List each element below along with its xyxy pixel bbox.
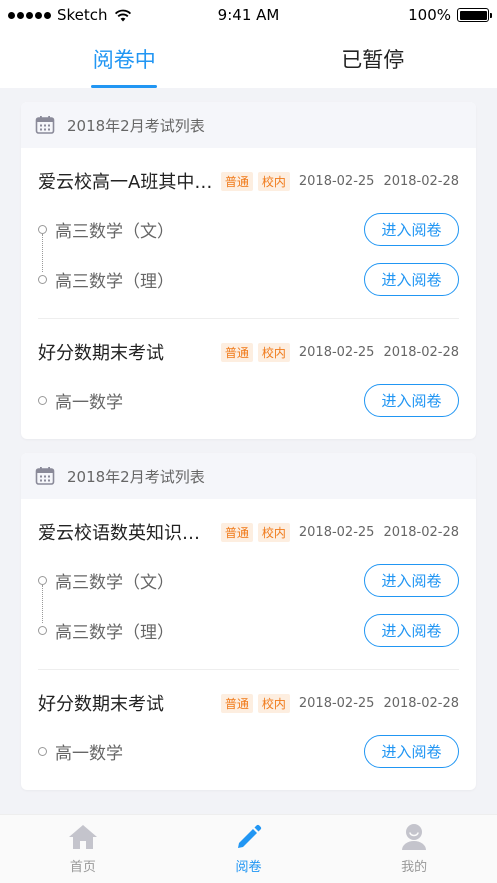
exam-item: 爱云校语数英知识竞赛 普通 校内 2018-02-25 2018-02-28 高… xyxy=(21,499,476,669)
start-date: 2018-02-25 xyxy=(298,173,375,189)
status-bar: Sketch 9:41 AM 100% xyxy=(0,0,497,30)
pencil-icon xyxy=(234,823,264,851)
tag-scope: 校内 xyxy=(257,522,290,542)
subject-row: 高三数学（理） 进入阅卷 xyxy=(38,254,459,304)
bullet-icon xyxy=(38,274,47,284)
subject-name: 高三数学（文） xyxy=(55,572,174,593)
tag-type: 普通 xyxy=(220,522,253,542)
subject-row: 高一数学 进入阅卷 xyxy=(38,375,459,425)
user-icon xyxy=(399,823,429,851)
tag-scope: 校内 xyxy=(257,342,290,362)
enter-grading-button[interactable]: 进入阅卷 xyxy=(364,383,459,417)
enter-grading-button[interactable]: 进入阅卷 xyxy=(364,262,459,296)
exam-group: 2018年2月考试列表 爱云校高一A班其中考试 普通 校内 2018-02-25… xyxy=(21,102,476,439)
tab-paused-label: 已暂停 xyxy=(341,48,405,72)
tag-scope: 校内 xyxy=(257,171,290,191)
tag-type: 普通 xyxy=(220,171,253,191)
calendar-icon xyxy=(35,466,55,486)
group-title: 2018年2月考试列表 xyxy=(67,467,205,486)
home-icon xyxy=(68,823,98,851)
tab-paused[interactable]: 已暂停 xyxy=(249,30,497,88)
bullet-icon xyxy=(38,575,47,585)
signal-icon xyxy=(8,11,51,19)
carrier-name: Sketch xyxy=(57,6,108,24)
exam-title: 好分数期末考试 xyxy=(38,694,164,715)
exam-title: 爱云校语数英知识竞赛 xyxy=(38,523,215,544)
subject-row: 高一数学 进入阅卷 xyxy=(38,726,459,776)
tag-scope: 校内 xyxy=(257,693,290,713)
enter-grading-button[interactable]: 进入阅卷 xyxy=(364,734,459,768)
tag-type: 普通 xyxy=(220,693,253,713)
group-header: 2018年2月考试列表 xyxy=(21,453,476,499)
subject-name: 高一数学 xyxy=(55,392,123,413)
status-right: 100% xyxy=(408,6,492,24)
nav-profile[interactable]: 我的 xyxy=(331,815,497,883)
subject-name: 高三数学（理） xyxy=(55,271,174,292)
nav-profile-label: 我的 xyxy=(401,860,428,875)
subject-name: 高三数学（文） xyxy=(55,221,174,242)
exam-item: 爱云校高一A班其中考试 普通 校内 2018-02-25 2018-02-28 … xyxy=(21,148,476,318)
exam-list: 2018年2月考试列表 爱云校高一A班其中考试 普通 校内 2018-02-25… xyxy=(0,88,497,814)
subject-row: 高三数学（文） 进入阅卷 xyxy=(38,204,459,254)
end-date: 2018-02-28 xyxy=(383,344,459,360)
nav-home[interactable]: 首页 xyxy=(0,815,166,883)
subject-name: 高一数学 xyxy=(55,743,123,764)
group-title: 2018年2月考试列表 xyxy=(67,116,205,135)
calendar-icon xyxy=(35,115,55,135)
exam-item: 好分数期末考试 普通 校内 2018-02-25 2018-02-28 高一数学 xyxy=(21,669,476,790)
tag-type: 普通 xyxy=(220,342,253,362)
group-header: 2018年2月考试列表 xyxy=(21,102,476,148)
battery-icon xyxy=(457,8,492,22)
bottom-nav: 首页 阅卷 我的 xyxy=(0,814,497,883)
bullet-icon xyxy=(38,625,47,635)
enter-grading-button[interactable]: 进入阅卷 xyxy=(364,613,459,647)
wifi-icon xyxy=(114,9,131,21)
exam-group: 2018年2月考试列表 爱云校语数英知识竞赛 普通 校内 2018-02-25 … xyxy=(21,453,476,790)
enter-grading-button[interactable]: 进入阅卷 xyxy=(364,563,459,597)
nav-home-label: 首页 xyxy=(69,860,96,875)
subject-row: 高三数学（理） 进入阅卷 xyxy=(38,605,459,655)
exam-title: 爱云校高一A班其中考试 xyxy=(38,172,215,193)
tab-bar: 阅卷中 已暂停 xyxy=(0,30,497,88)
exam-item: 好分数期末考试 普通 校内 2018-02-25 2018-02-28 高一数学 xyxy=(21,318,476,439)
nav-grading[interactable]: 阅卷 xyxy=(166,815,332,883)
tab-grading[interactable]: 阅卷中 xyxy=(0,30,249,88)
bullet-icon xyxy=(38,395,47,405)
enter-grading-button[interactable]: 进入阅卷 xyxy=(364,212,459,246)
start-date: 2018-02-25 xyxy=(298,695,375,711)
bullet-icon xyxy=(38,746,47,756)
subject-row: 高三数学（文） 进入阅卷 xyxy=(38,555,459,605)
start-date: 2018-02-25 xyxy=(298,524,375,540)
bullet-icon xyxy=(38,224,47,234)
end-date: 2018-02-28 xyxy=(383,173,459,189)
status-left: Sketch xyxy=(8,6,132,24)
battery-percent: 100% xyxy=(408,6,451,24)
exam-title: 好分数期末考试 xyxy=(38,343,164,364)
nav-grading-label: 阅卷 xyxy=(235,860,262,875)
tab-grading-label: 阅卷中 xyxy=(92,48,156,72)
start-date: 2018-02-25 xyxy=(298,344,375,360)
subject-name: 高三数学（理） xyxy=(55,622,174,643)
end-date: 2018-02-28 xyxy=(383,524,459,540)
end-date: 2018-02-28 xyxy=(383,695,459,711)
